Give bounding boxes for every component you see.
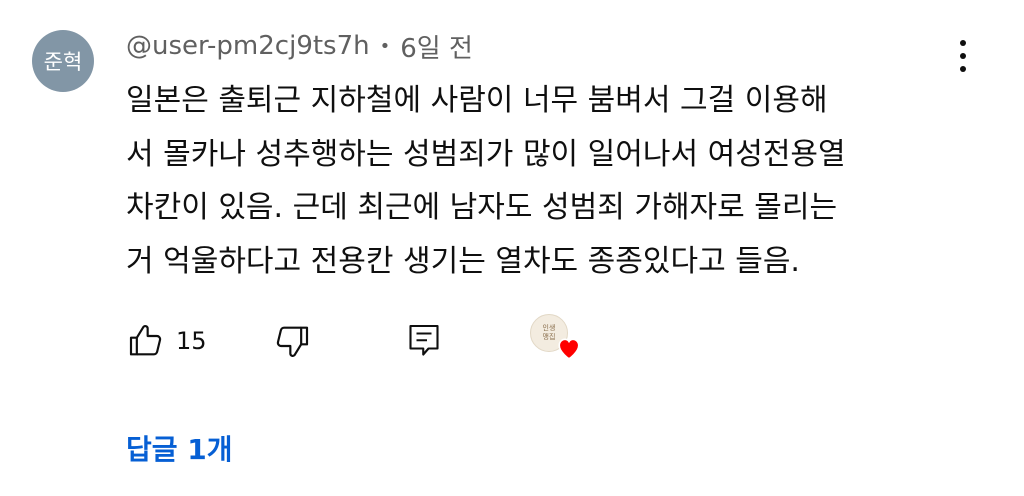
like-count: 15	[176, 327, 207, 355]
like-button[interactable]: 15	[126, 318, 207, 364]
thumbs-up-icon	[129, 325, 162, 356]
comment-time[interactable]: 6일 전	[400, 28, 473, 65]
creator-heart-icon	[558, 338, 580, 360]
meta-separator: •	[379, 35, 391, 57]
author-avatar[interactable]: 준혁	[32, 30, 94, 92]
creator-heart-badge: 인생 맹집	[530, 314, 582, 366]
vertical-ellipsis-icon-dot	[960, 53, 966, 59]
dislike-button[interactable]	[272, 318, 312, 364]
author-handle[interactable]: @user-pm2cj9ts7h	[126, 31, 370, 61]
more-actions-button[interactable]	[950, 36, 976, 76]
comment-actions: 15 인생 맹집	[126, 314, 626, 364]
view-replies-link[interactable]: 답글 1개	[126, 428, 233, 468]
reply-comment-icon	[409, 324, 439, 356]
comment-text: 일본은 출퇴근 지하철에 사람이 너무 붐벼서 그걸 이용해 서 몰카나 성추행…	[126, 83, 846, 279]
creator-avatar-line-1: 인생	[542, 324, 556, 332]
creator-avatar-line-2: 맹집	[542, 333, 556, 341]
comment-header: @user-pm2cj9ts7h • 6일 전	[126, 28, 473, 64]
thumbs-down-icon	[276, 326, 309, 357]
reply-button[interactable]	[406, 318, 442, 364]
vertical-ellipsis-icon-dot	[960, 66, 966, 72]
vertical-ellipsis-icon	[960, 40, 966, 46]
